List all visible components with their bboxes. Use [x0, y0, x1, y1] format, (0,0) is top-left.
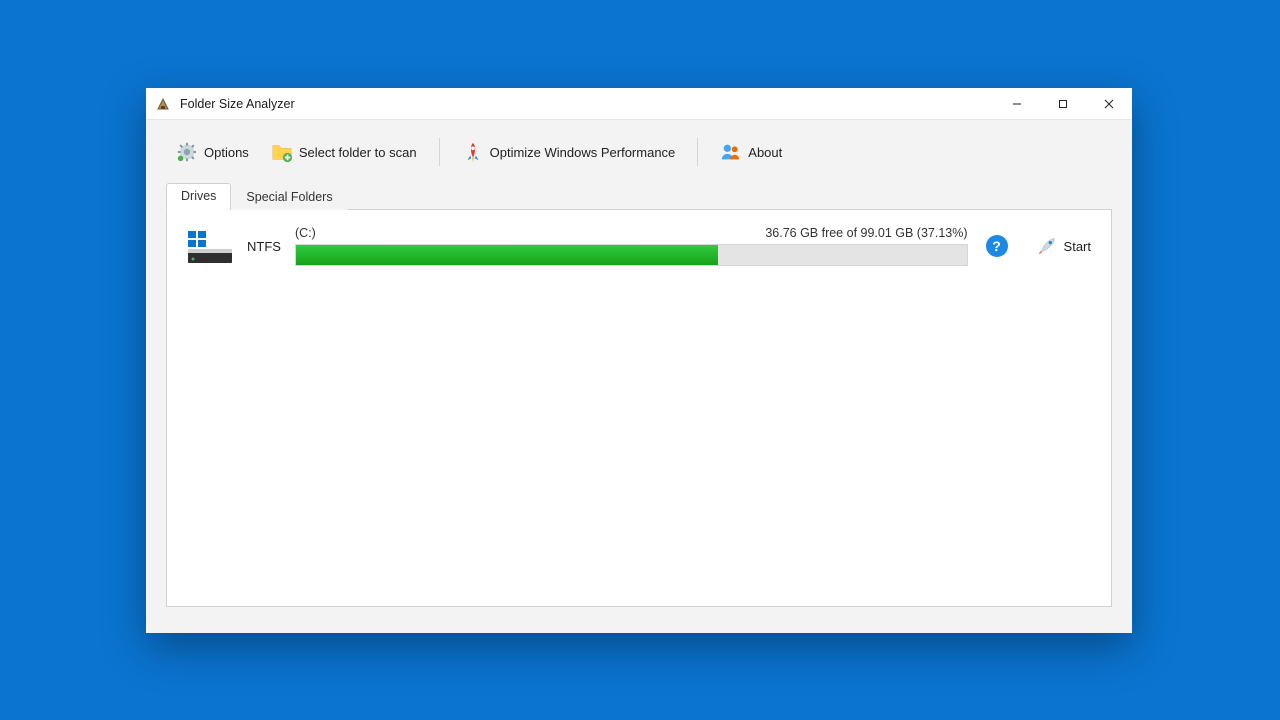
- tab-drives-label: Drives: [181, 189, 216, 203]
- drive-usage-fill: [296, 245, 718, 265]
- gear-icon: [176, 141, 198, 163]
- select-folder-button[interactable]: Select folder to scan: [271, 141, 417, 163]
- content-pane: NTFS (C:) 36.76 GB free of 99.01 GB (37.…: [166, 209, 1112, 607]
- title-bar: Folder Size Analyzer: [146, 88, 1132, 120]
- toolbar-separator: [439, 138, 440, 166]
- application-window: Folder Size Analyzer: [146, 88, 1132, 633]
- select-folder-label: Select folder to scan: [299, 145, 417, 160]
- drive-usage-bar: [295, 244, 968, 266]
- start-label: Start: [1064, 239, 1091, 254]
- tab-special-folders[interactable]: Special Folders: [231, 184, 347, 210]
- drive-filesystem: NTFS: [247, 239, 285, 254]
- drive-free-text: 36.76 GB free of 99.01 GB (37.13%): [765, 226, 967, 240]
- about-label: About: [748, 145, 782, 160]
- options-label: Options: [204, 145, 249, 160]
- toolbar-separator: [697, 138, 698, 166]
- drive-main: (C:) 36.76 GB free of 99.01 GB (37.13%): [295, 226, 968, 266]
- options-button[interactable]: Options: [176, 141, 249, 163]
- window-title: Folder Size Analyzer: [180, 97, 295, 111]
- drive-icon-column: [187, 231, 233, 261]
- rocket-icon: [462, 141, 484, 163]
- app-icon: [154, 95, 172, 113]
- drive-header: (C:) 36.76 GB free of 99.01 GB (37.13%): [295, 226, 968, 240]
- close-button[interactable]: [1086, 88, 1132, 119]
- minimize-button[interactable]: [994, 88, 1040, 119]
- maximize-button[interactable]: [1040, 88, 1086, 119]
- tab-special-label: Special Folders: [246, 190, 332, 204]
- tab-drives[interactable]: Drives: [166, 183, 231, 210]
- optimize-label: Optimize Windows Performance: [490, 145, 676, 160]
- start-button[interactable]: Start: [1036, 235, 1091, 257]
- help-button[interactable]: ?: [986, 235, 1008, 257]
- optimize-button[interactable]: Optimize Windows Performance: [462, 141, 676, 163]
- rocket-icon: [1036, 235, 1058, 257]
- about-button[interactable]: About: [720, 141, 782, 163]
- window-controls: [994, 88, 1132, 119]
- help-icon: ?: [992, 238, 1001, 254]
- folder-add-icon: [271, 141, 293, 163]
- tabs: Drives Special Folders: [146, 182, 1132, 209]
- people-icon: [720, 141, 742, 163]
- drive-label: (C:): [295, 226, 316, 240]
- toolbar: Options Select folder to scan: [146, 120, 1132, 178]
- drive-icon: [188, 231, 232, 261]
- drive-row: NTFS (C:) 36.76 GB free of 99.01 GB (37.…: [167, 210, 1111, 274]
